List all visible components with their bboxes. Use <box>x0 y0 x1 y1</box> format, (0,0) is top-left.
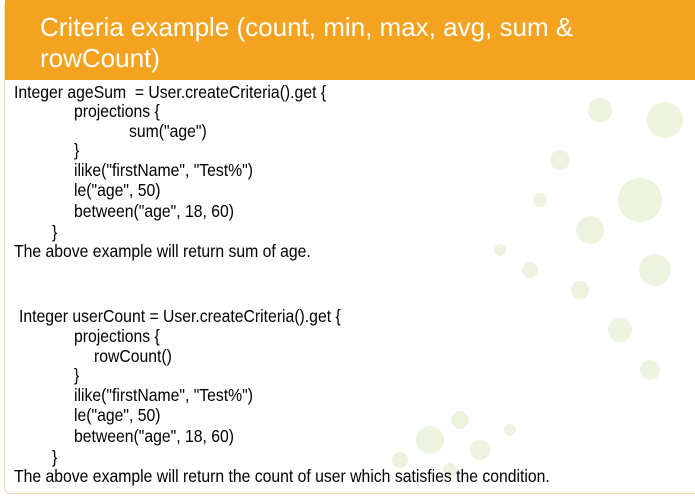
slide-title: Criteria example (count, min, max, avg, … <box>40 12 574 73</box>
code-line: } <box>74 365 80 385</box>
code-line: le("age", 50) <box>74 405 161 425</box>
code-line: projections { <box>74 101 160 121</box>
example-note: The above example will return the count … <box>14 466 550 486</box>
code-line: sum("age") <box>129 121 207 141</box>
example-note: The above example will return sum of age… <box>14 241 311 261</box>
code-line: } <box>52 447 58 467</box>
code-line: ilike("firstName", "Test%") <box>74 385 254 405</box>
code-line: } <box>52 222 58 242</box>
code-line: Integer userCount = User.createCriteria(… <box>19 306 341 326</box>
code-line: rowCount() <box>94 346 172 366</box>
code-line: between("age", 18, 60) <box>74 201 235 221</box>
code-line: projections { <box>74 326 160 346</box>
code-line: } <box>74 140 80 160</box>
code-line: Integer ageSum = User.createCriteria().g… <box>14 82 327 102</box>
code-line: ilike("firstName", "Test%") <box>74 160 254 180</box>
code-line: le("age", 50) <box>74 180 161 200</box>
code-line: between("age", 18, 60) <box>74 426 235 446</box>
